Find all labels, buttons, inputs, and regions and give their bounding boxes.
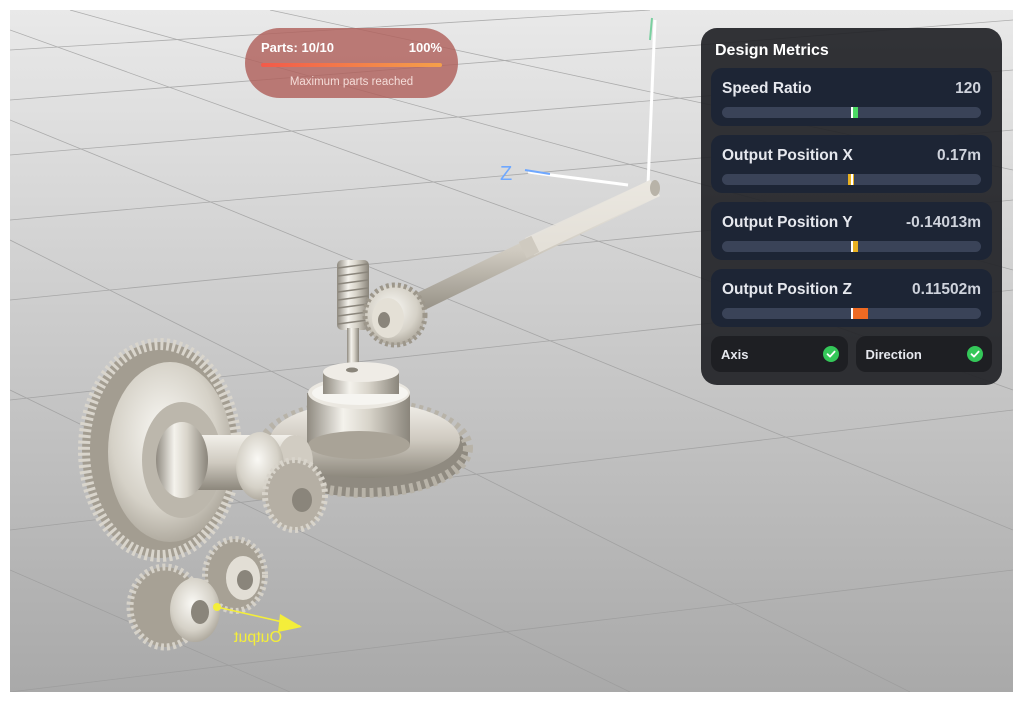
metric-slider-center: [850, 174, 853, 185]
check-ok-icon: [967, 346, 983, 362]
metric-slider-center: [850, 241, 853, 252]
metric-slider-track: [722, 107, 981, 118]
metric-label: Output Position X: [722, 147, 853, 164]
design-metrics-panel: Design Metrics Speed Ratio 120 Output Po…: [701, 28, 1002, 385]
metric-slider-track: [722, 308, 981, 319]
metric-value: 0.11502m: [912, 281, 981, 298]
metric-value: 0.17m: [937, 147, 981, 164]
metric-output-position-z: Output Position Z 0.11502m: [711, 269, 992, 327]
metric-output-position-y: Output Position Y -0.14013m: [711, 202, 992, 260]
check-label: Axis: [721, 346, 749, 362]
check-label: Direction: [865, 346, 922, 362]
metric-output-position-x: Output Position X 0.17m: [711, 135, 992, 193]
parts-percent-label: 100%: [408, 40, 442, 55]
output-label: Output: [233, 629, 282, 646]
design-metrics-title: Design Metrics: [715, 42, 829, 59]
metric-slider-center: [850, 107, 853, 118]
check-ok-icon: [822, 346, 839, 362]
check-axis: Axis: [711, 336, 848, 372]
metric-value: 120: [955, 80, 981, 97]
check-direction: Direction: [855, 336, 992, 372]
metric-label: Output Position Y: [722, 214, 853, 231]
metric-slider-center: [850, 308, 853, 319]
metric-slider-fill: [851, 308, 869, 319]
axis-label-z: Z: [500, 163, 512, 185]
parts-progress-bar: [261, 63, 442, 67]
metric-label: Output Position Z: [722, 281, 853, 298]
pinion-gear-upper: [362, 282, 428, 348]
metric-slider-track: [722, 241, 981, 252]
small-bevel-gear: [262, 457, 328, 533]
parts-counter: Parts: 10/10 100% Maximum parts reached: [245, 28, 458, 98]
metric-slider-track: [722, 174, 981, 185]
metric-label: Speed Ratio: [722, 80, 812, 97]
parts-limit-message: Maximum parts reached: [289, 76, 414, 88]
parts-count-label: Parts: 10/10: [261, 40, 334, 55]
metric-value: -0.14013m: [906, 214, 981, 231]
metric-speed-ratio: Speed Ratio 120: [711, 68, 992, 126]
